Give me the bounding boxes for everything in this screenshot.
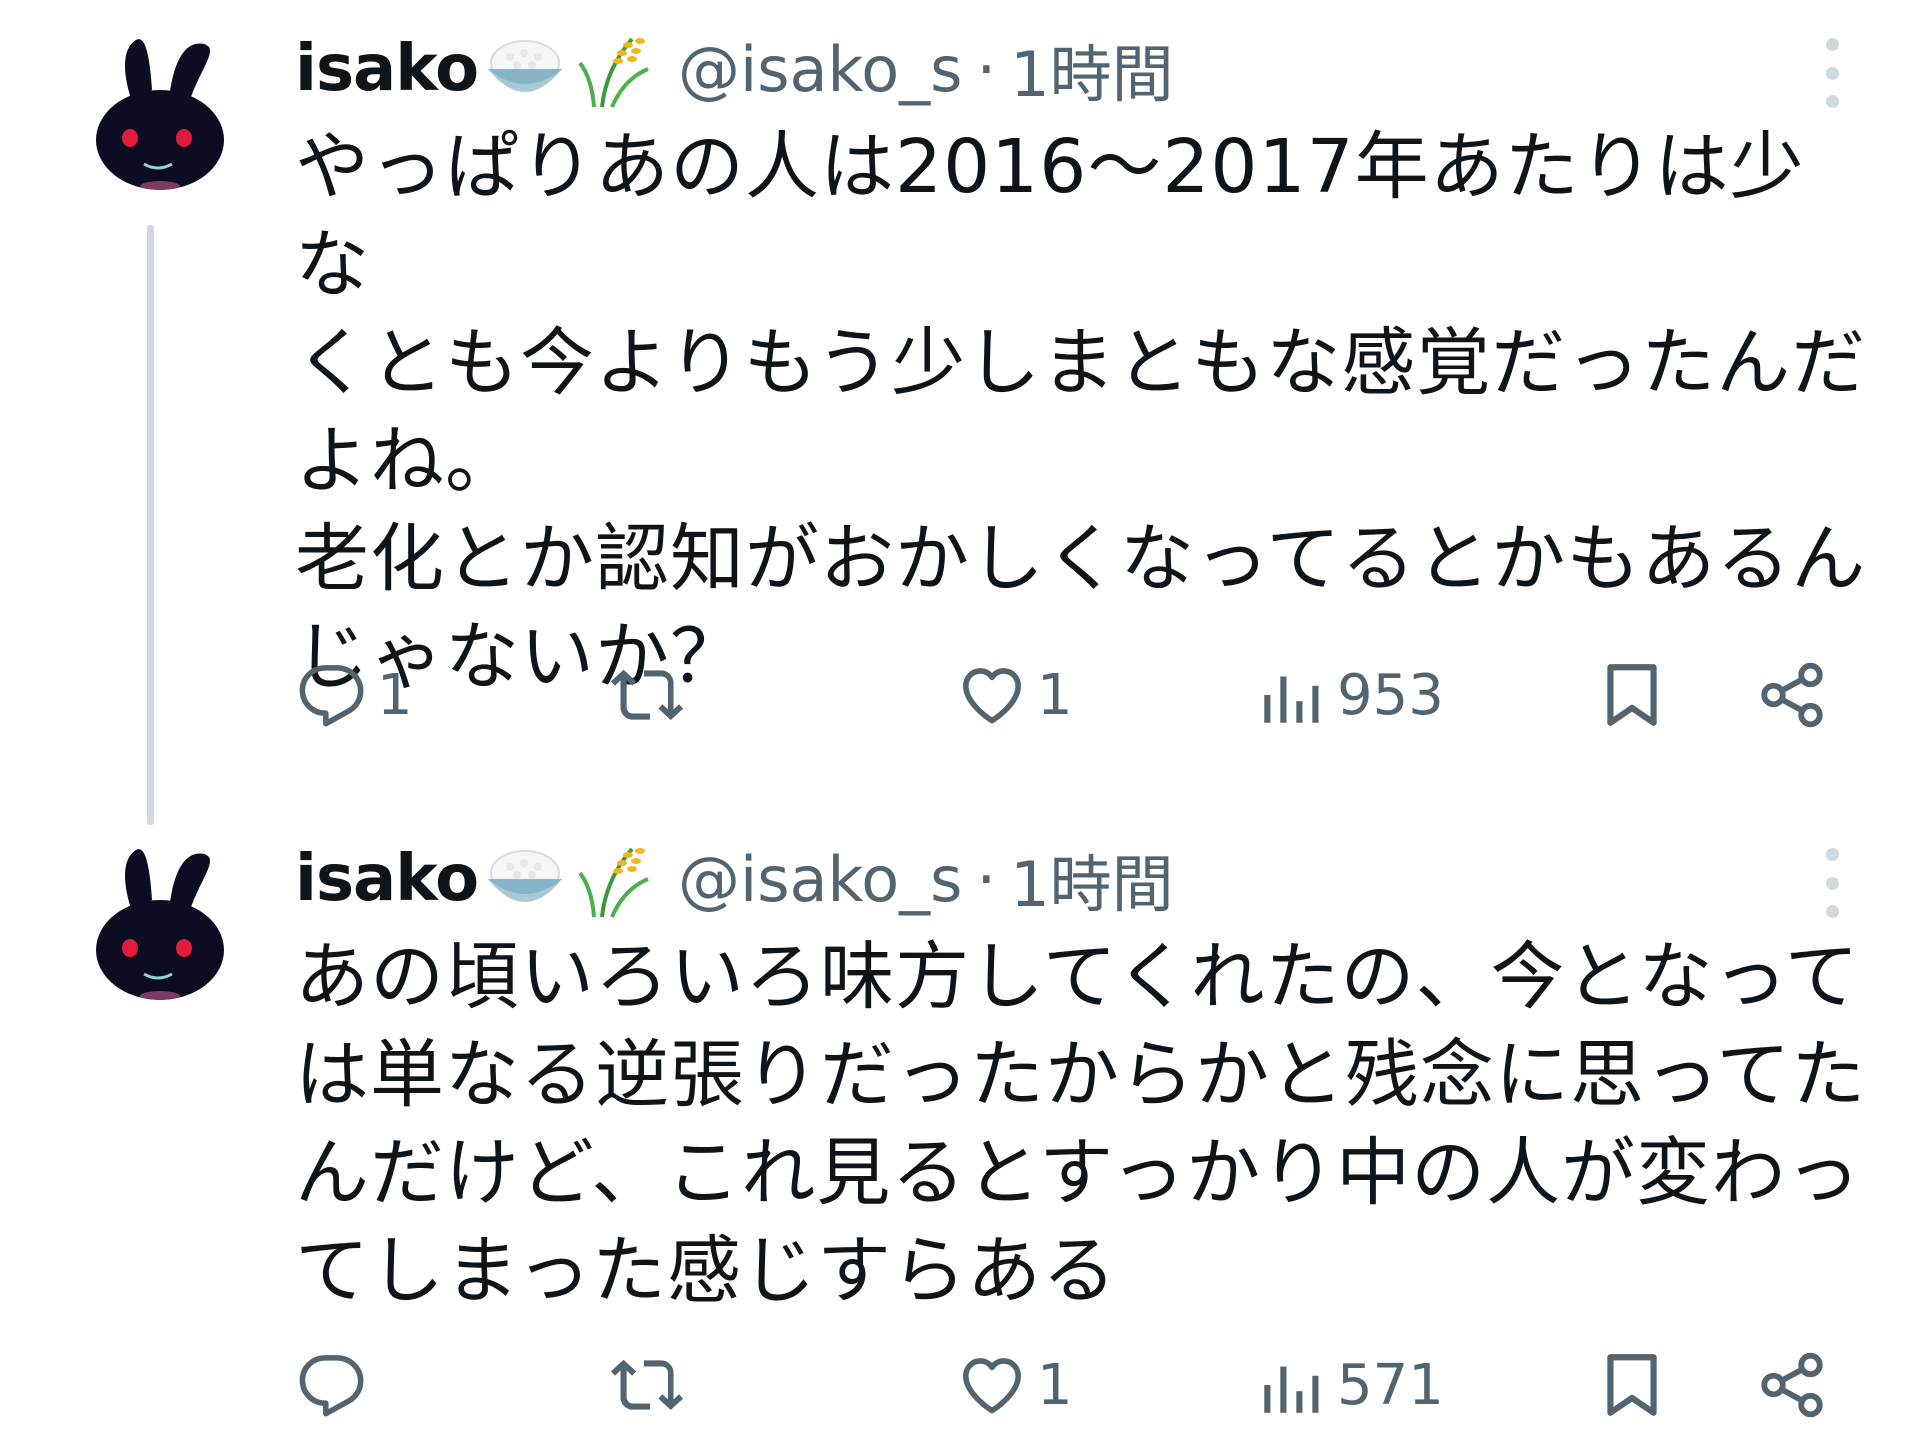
like-count: 1 bbox=[1037, 1352, 1073, 1418]
tweet-text-line: てしまった感じすらある bbox=[295, 1228, 1118, 1314]
views-button[interactable]: 953 bbox=[1255, 650, 1444, 740]
bookmark-icon bbox=[1607, 1354, 1657, 1416]
like-button[interactable]: 1 bbox=[955, 1340, 1073, 1430]
more-options-icon[interactable] bbox=[1812, 848, 1852, 918]
thread-connector-line bbox=[147, 225, 154, 825]
heart-icon bbox=[963, 1358, 1021, 1414]
bookmark-button[interactable] bbox=[1595, 1340, 1669, 1430]
timestamp[interactable]: 1時間 bbox=[1010, 24, 1173, 114]
separator-dot: · bbox=[976, 32, 997, 106]
display-name[interactable]: isako bbox=[295, 842, 479, 916]
tweet-text: やっぱりあの人は2016〜2017年あたりは少な くとも今よりもう少しまともな感… bbox=[295, 118, 1875, 706]
reply-button[interactable]: 1 bbox=[295, 650, 413, 740]
tweet-text-line: あの頃いろいろ味方してくれたの、今となって bbox=[295, 934, 1860, 1020]
tweet-text-line: 老化とか認知がおかしくなってるとかもあるん bbox=[295, 516, 1867, 602]
retweet-icon bbox=[610, 1360, 684, 1410]
view-count: 571 bbox=[1337, 1352, 1444, 1418]
like-count: 1 bbox=[1037, 662, 1073, 728]
timestamp[interactable]: 1時間 bbox=[1010, 834, 1173, 924]
reply-count: 1 bbox=[377, 662, 413, 728]
tweet-text-line: くとも今よりもう少しまともな感覚だったんだ bbox=[295, 320, 1867, 406]
tweet[interactable]: isako @isako_s bbox=[0, 810, 1920, 1437]
reply-icon bbox=[299, 1355, 364, 1417]
bookmark-icon bbox=[1607, 664, 1657, 726]
user-handle[interactable]: @isako_s bbox=[678, 843, 962, 916]
share-button[interactable] bbox=[1755, 1340, 1829, 1430]
display-name[interactable]: isako bbox=[295, 32, 479, 106]
analytics-icon bbox=[1264, 676, 1319, 723]
rice-plant-icon bbox=[572, 839, 658, 919]
retweet-button[interactable] bbox=[610, 650, 692, 740]
tweet-header: isako @isako_s · 1時間 bbox=[295, 838, 1174, 921]
separator-dot: · bbox=[976, 842, 997, 916]
analytics-icon bbox=[1264, 1366, 1319, 1413]
action-bar: 1 1 953 bbox=[295, 650, 1855, 740]
bookmark-button[interactable] bbox=[1595, 650, 1669, 740]
rice-bowl-icon bbox=[482, 839, 568, 919]
tweet-text-line: よね。 bbox=[295, 418, 520, 504]
views-button[interactable]: 571 bbox=[1255, 1340, 1444, 1430]
tweet-text-line: んだけど、これ見るとすっかり中の人が変わっ bbox=[295, 1130, 1862, 1216]
user-handle[interactable]: @isako_s bbox=[678, 33, 962, 106]
avatar[interactable] bbox=[80, 840, 240, 1000]
like-button[interactable]: 1 bbox=[955, 650, 1073, 740]
tweet[interactable]: isako @isako_s bbox=[0, 0, 1920, 825]
action-bar: 1 571 bbox=[295, 1340, 1855, 1430]
share-button[interactable] bbox=[1755, 650, 1829, 740]
tweet-text: あの頃いろいろ味方してくれたの、今となって は単なる逆張りだったからかと残念に思… bbox=[295, 928, 1875, 1320]
tweet-header: isako @isako_s · 1時間 bbox=[295, 28, 1174, 111]
retweet-button[interactable] bbox=[610, 1340, 692, 1430]
reply-button[interactable] bbox=[295, 1340, 377, 1430]
view-count: 953 bbox=[1337, 662, 1444, 728]
share-icon bbox=[1761, 1352, 1823, 1418]
rice-bowl-icon bbox=[482, 29, 568, 109]
tweet-text-line: やっぱりあの人は2016〜2017年あたりは少な bbox=[295, 124, 1805, 308]
reply-icon bbox=[299, 665, 364, 727]
tweet-text-line: は単なる逆張りだったからかと残念に思ってた bbox=[295, 1032, 1867, 1118]
rice-plant-icon bbox=[572, 29, 658, 109]
more-options-icon[interactable] bbox=[1812, 38, 1852, 108]
share-icon bbox=[1761, 662, 1823, 728]
retweet-icon bbox=[610, 670, 684, 720]
avatar[interactable] bbox=[80, 30, 240, 190]
heart-icon bbox=[963, 668, 1021, 724]
